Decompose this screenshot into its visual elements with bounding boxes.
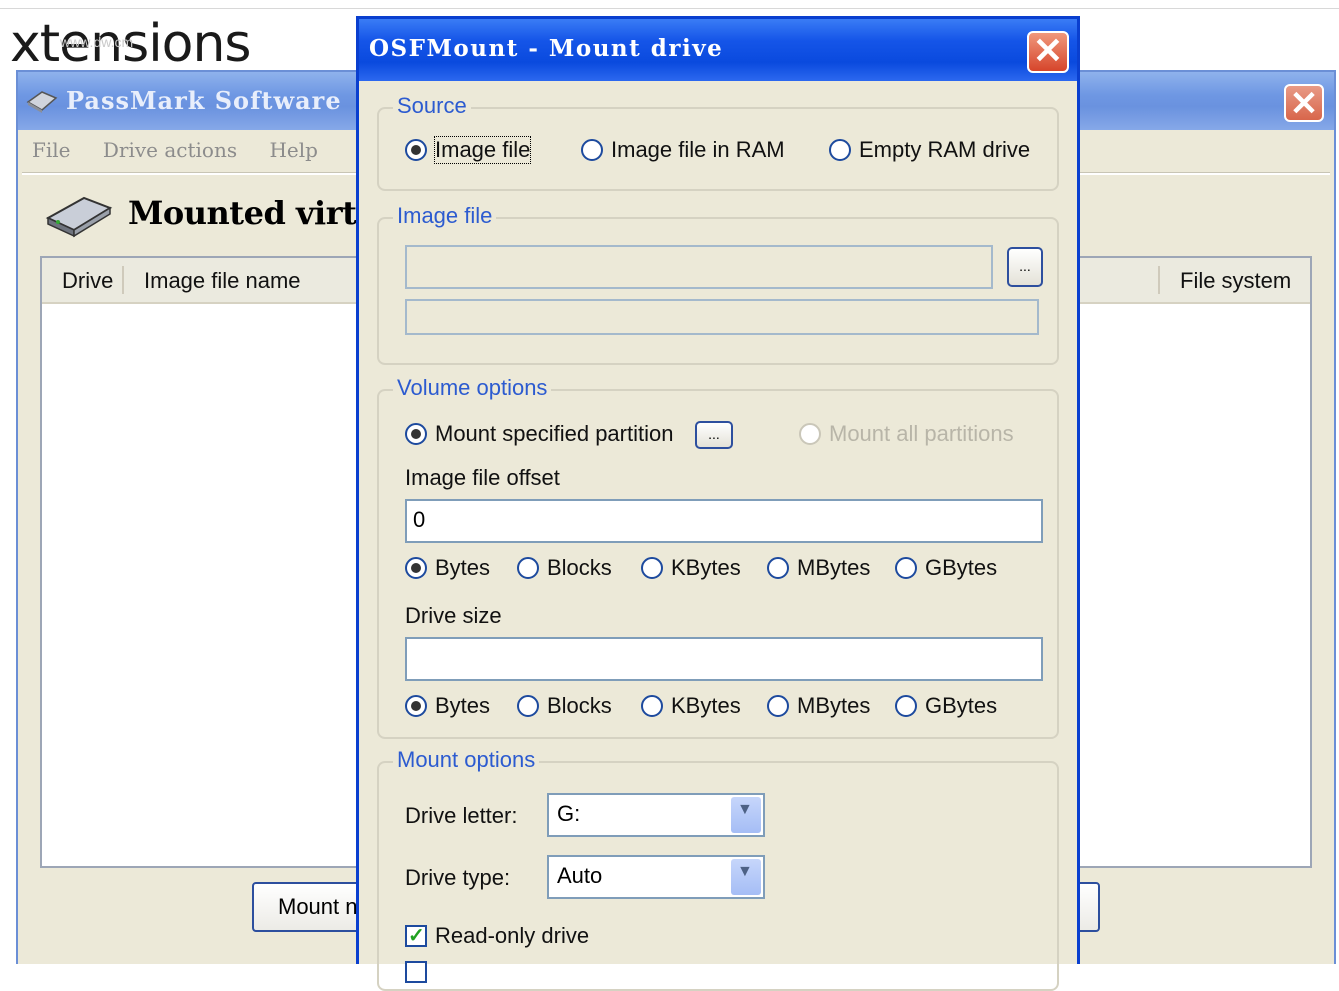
drive-type-select[interactable]: Auto ▼ bbox=[547, 855, 765, 899]
radio-label: Bytes bbox=[435, 693, 491, 718]
radio-selected-icon bbox=[405, 557, 427, 579]
dialog-title-bar[interactable]: OSFMount - Mount drive ✕ bbox=[359, 19, 1077, 81]
image-file-group-title: Image file bbox=[393, 203, 497, 229]
radio-label: Image file bbox=[433, 136, 532, 164]
radio-label: MBytes bbox=[797, 555, 871, 580]
source-group-title: Source bbox=[393, 93, 471, 119]
radio-selected-icon bbox=[405, 139, 427, 161]
watermark: www.dw.cm bbox=[60, 34, 134, 50]
radio-label: GBytes bbox=[925, 693, 998, 718]
radio-icon bbox=[517, 695, 539, 717]
volume-options-group: Volume options Mount specified partition… bbox=[377, 375, 1059, 739]
radio-icon bbox=[641, 557, 663, 579]
column-file-system[interactable]: File system bbox=[1180, 268, 1291, 294]
mount-drive-dialog: OSFMount - Mount drive ✕ Source Image fi… bbox=[356, 16, 1080, 991]
drive-letter-value: G: bbox=[557, 801, 581, 826]
source-group: Source Image file Image file in RAM Empt… bbox=[377, 93, 1059, 191]
radio-selected-icon bbox=[405, 695, 427, 717]
source-radio-image-file-in-ram[interactable]: Image file in RAM bbox=[581, 137, 785, 163]
offset-unit-mbytes-radio[interactable]: MBytes bbox=[767, 555, 870, 581]
source-radio-empty-ram-drive[interactable]: Empty RAM drive bbox=[829, 137, 1030, 163]
radio-icon bbox=[799, 423, 821, 445]
drive-size-input[interactable] bbox=[405, 637, 1043, 681]
chevron-down-icon: ▼ bbox=[737, 863, 753, 880]
column-separator bbox=[1158, 266, 1160, 294]
mount-options-group-title: Mount options bbox=[393, 747, 540, 773]
column-image-file-name[interactable]: Image file name bbox=[144, 268, 301, 294]
close-icon: ✕ bbox=[1289, 85, 1319, 123]
chevron-down-icon: ▼ bbox=[737, 801, 753, 818]
checkmark-icon: ✓ bbox=[408, 925, 425, 947]
size-unit-bytes-radio[interactable]: Bytes bbox=[405, 693, 490, 719]
radio-icon bbox=[767, 695, 789, 717]
radio-label: GBytes bbox=[925, 555, 998, 580]
mount-specified-partition-radio[interactable]: Mount specified partition bbox=[405, 421, 673, 447]
top-rule bbox=[0, 8, 1339, 9]
column-separator bbox=[122, 266, 124, 294]
radio-label: Mount all partitions bbox=[829, 421, 1014, 446]
close-icon: ✕ bbox=[1032, 30, 1064, 71]
read-only-drive-checkbox[interactable]: ✓ Read-only drive bbox=[405, 923, 589, 949]
drive-type-label: Drive type: bbox=[405, 865, 511, 890]
radio-icon bbox=[641, 695, 663, 717]
hard-drive-icon bbox=[45, 196, 113, 238]
radio-label: KBytes bbox=[671, 555, 741, 580]
radio-icon bbox=[895, 557, 917, 579]
radio-label: MBytes bbox=[797, 693, 871, 718]
image-file-info-field bbox=[405, 299, 1039, 335]
radio-icon bbox=[581, 139, 603, 161]
partition-browse-button[interactable]: ... bbox=[695, 421, 733, 449]
size-unit-mbytes-radio[interactable]: MBytes bbox=[767, 693, 870, 719]
radio-label: Blocks bbox=[547, 693, 612, 718]
drive-letter-label: Drive letter: bbox=[405, 803, 518, 828]
offset-unit-blocks-radio[interactable]: Blocks bbox=[517, 555, 612, 581]
drive-type-value: Auto bbox=[557, 863, 603, 888]
menu-file[interactable]: File bbox=[32, 138, 71, 162]
image-file-path-input[interactable] bbox=[405, 245, 993, 289]
radio-label: Image file in RAM bbox=[611, 137, 785, 162]
size-unit-gbytes-radio[interactable]: GBytes bbox=[895, 693, 997, 719]
column-drive[interactable]: Drive bbox=[62, 268, 113, 294]
size-unit-blocks-radio[interactable]: Blocks bbox=[517, 693, 612, 719]
radio-icon bbox=[517, 557, 539, 579]
dialog-close-button[interactable]: ✕ bbox=[1027, 30, 1069, 73]
dropdown-button[interactable]: ▼ bbox=[731, 797, 761, 833]
dialog-title: OSFMount - Mount drive bbox=[369, 35, 724, 62]
image-file-offset-label: Image file offset bbox=[405, 465, 560, 490]
dropdown-button[interactable]: ▼ bbox=[731, 859, 761, 895]
checkbox-icon bbox=[405, 961, 427, 983]
offset-unit-bytes-radio[interactable]: Bytes bbox=[405, 555, 490, 581]
source-radio-image-file[interactable]: Image file bbox=[405, 136, 532, 164]
main-close-button[interactable]: ✕ bbox=[1284, 84, 1324, 123]
radio-label: KBytes bbox=[671, 693, 741, 718]
checkbox-checked-icon: ✓ bbox=[405, 925, 427, 947]
radio-icon bbox=[767, 557, 789, 579]
image-file-offset-input[interactable]: 0 bbox=[405, 499, 1043, 543]
radio-selected-icon bbox=[405, 423, 427, 445]
radio-label: Bytes bbox=[435, 555, 491, 580]
offset-unit-gbytes-radio[interactable]: GBytes bbox=[895, 555, 997, 581]
radio-icon bbox=[895, 695, 917, 717]
radio-label: Blocks bbox=[547, 555, 612, 580]
mounted-drives-heading: Mounted virtual bbox=[128, 194, 358, 232]
offset-unit-kbytes-radio[interactable]: KBytes bbox=[641, 555, 741, 581]
image-file-browse-button[interactable]: ... bbox=[1007, 247, 1043, 287]
menu-help[interactable]: Help bbox=[269, 138, 317, 162]
mount-options-group: Mount options Drive letter: G: ▼ Drive t… bbox=[377, 747, 1059, 991]
drive-app-icon bbox=[26, 91, 58, 113]
drive-size-label: Drive size bbox=[405, 603, 502, 628]
radio-icon bbox=[829, 139, 851, 161]
size-unit-kbytes-radio[interactable]: KBytes bbox=[641, 693, 741, 719]
main-window-title: PassMark Software bbox=[66, 86, 342, 115]
next-option-checkbox[interactable] bbox=[405, 961, 435, 983]
checkbox-label: Read-only drive bbox=[435, 923, 590, 948]
mount-all-partitions-radio[interactable]: Mount all partitions bbox=[799, 421, 1014, 447]
volume-options-group-title: Volume options bbox=[393, 375, 552, 401]
menu-drive-actions[interactable]: Drive actions bbox=[103, 138, 237, 162]
image-file-group: Image file ... bbox=[377, 203, 1059, 365]
radio-label: Empty RAM drive bbox=[859, 137, 1031, 162]
radio-label: Mount specified partition bbox=[435, 421, 674, 446]
main-menu-bar: File Drive actions Help bbox=[32, 138, 344, 168]
drive-letter-select[interactable]: G: ▼ bbox=[547, 793, 765, 837]
